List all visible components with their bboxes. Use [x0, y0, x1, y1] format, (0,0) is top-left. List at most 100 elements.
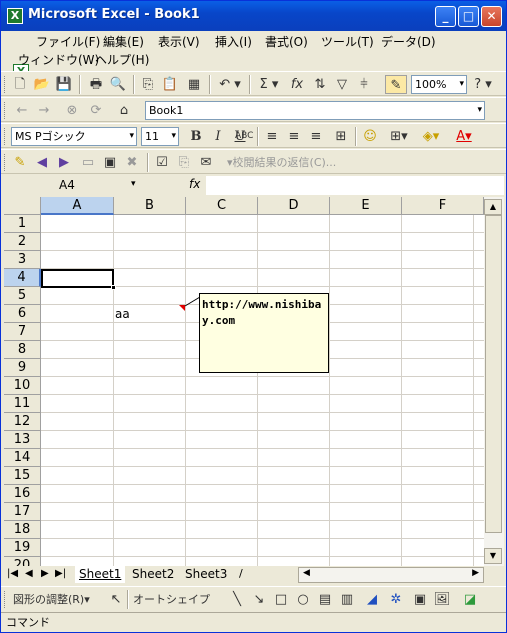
cell-comment-box[interactable]: http://www.nishibay.com: [199, 293, 329, 373]
row-header-18[interactable]: 18: [4, 521, 41, 539]
row-header-8[interactable]: 8: [4, 341, 41, 359]
sheet-tab-sheet3[interactable]: Sheet3: [181, 566, 231, 583]
line-icon[interactable]: ╲: [229, 590, 245, 609]
rectangle-icon[interactable]: □: [273, 590, 289, 609]
row-header-7[interactable]: 7: [4, 323, 41, 341]
show-all-comments-icon[interactable]: ▣: [101, 153, 119, 172]
column-header-a[interactable]: A: [41, 197, 114, 215]
wordart-icon[interactable]: ▥: [339, 590, 355, 609]
create-task-icon[interactable]: ☑: [153, 153, 171, 172]
column-header-c[interactable]: C: [186, 197, 258, 215]
fill-color-icon[interactable]: ◈▾: [417, 127, 445, 146]
scroll-down-button[interactable]: ▼: [484, 548, 502, 564]
undo-icon[interactable]: ↶ ▾: [215, 75, 245, 94]
menu-data[interactable]: データ(D): [379, 33, 438, 51]
worksheet-grid[interactable]: A B C D E F 1 2 3 4 5 6 7 8 9 10 11 12 1…: [4, 197, 484, 566]
row-header-6[interactable]: 6: [4, 305, 41, 323]
row-header-4[interactable]: 4: [4, 269, 41, 287]
toolbar-grip[interactable]: [4, 76, 7, 93]
fill-handle[interactable]: [111, 285, 116, 290]
update-file-icon[interactable]: ⎘: [175, 153, 193, 172]
address-field[interactable]: Book1 ▾: [145, 101, 485, 120]
cell-b6[interactable]: aa: [115, 307, 130, 321]
scroll-left-button[interactable]: ◀: [303, 568, 310, 578]
italic-button[interactable]: I: [209, 127, 227, 146]
row-header-5[interactable]: 5: [4, 287, 41, 305]
vertical-scrollbar[interactable]: ▲ ▼: [484, 197, 504, 566]
open-icon[interactable]: 📂: [33, 75, 51, 94]
toolbar-grip[interactable]: [4, 102, 7, 119]
row-header-14[interactable]: 14: [4, 449, 41, 467]
delete-comment-icon[interactable]: ✖: [123, 153, 141, 172]
toolbar-grip[interactable]: [4, 154, 7, 171]
previous-comment-icon[interactable]: ◀: [33, 153, 51, 172]
formula-input[interactable]: [206, 176, 504, 195]
row-header-12[interactable]: 12: [4, 413, 41, 431]
menu-tools[interactable]: ツール(T): [319, 33, 376, 51]
menu-edit[interactable]: 編集(E): [101, 33, 146, 51]
column-header-d[interactable]: D: [258, 197, 330, 215]
clip-art-icon[interactable]: ▣: [411, 590, 429, 609]
toolbar-grip[interactable]: [4, 128, 7, 145]
column-header-f[interactable]: F: [402, 197, 484, 215]
copy-icon[interactable]: ⎘: [139, 75, 157, 94]
new-comment-icon[interactable]: ✎: [11, 153, 29, 172]
row-header-17[interactable]: 17: [4, 503, 41, 521]
help-icon[interactable]: ? ▾: [471, 75, 495, 94]
arrow-icon[interactable]: ↘: [251, 590, 267, 609]
sheet-tab-sheet2[interactable]: Sheet2: [128, 566, 178, 583]
previous-sheet-button[interactable]: ◀: [25, 568, 33, 579]
align-right-icon[interactable]: ≡: [307, 127, 325, 146]
select-all-button[interactable]: [4, 197, 41, 215]
autofilter-icon[interactable]: ▽: [333, 75, 351, 94]
sort-ascending-icon[interactable]: ⇅: [311, 75, 329, 94]
sheet-tab-sheet1[interactable]: Sheet1: [75, 566, 126, 583]
autosum-button[interactable]: Σ ▾: [255, 75, 283, 94]
maximize-button[interactable]: □: [458, 6, 479, 27]
save-icon[interactable]: 💾: [55, 75, 73, 94]
merge-center-icon[interactable]: ⊞: [331, 127, 351, 146]
smiley-icon[interactable]: ☺: [361, 127, 379, 146]
menu-insert[interactable]: 挿入(I): [213, 33, 254, 51]
row-header-10[interactable]: 10: [4, 377, 41, 395]
column-header-e[interactable]: E: [330, 197, 402, 215]
textbox-icon[interactable]: ▤: [317, 590, 333, 609]
forward-icon[interactable]: →: [35, 101, 53, 120]
format-painter-icon[interactable]: ▦: [183, 75, 205, 94]
column-header-b[interactable]: B: [114, 197, 186, 215]
diagram-icon[interactable]: ◢: [363, 590, 381, 609]
oval-icon[interactable]: ○: [295, 590, 311, 609]
row-header-2[interactable]: 2: [4, 233, 41, 251]
scroll-thumb[interactable]: [485, 215, 502, 533]
font-color-icon[interactable]: A▾: [449, 127, 479, 146]
menu-window[interactable]: ウィンドウ(W): [16, 51, 101, 69]
name-box[interactable]: A4: [4, 176, 146, 195]
back-icon[interactable]: ←: [13, 101, 31, 120]
new-icon[interactable]: 🗋: [11, 75, 29, 94]
menu-help[interactable]: ヘルプ(H): [93, 51, 151, 69]
align-left-icon[interactable]: ≡: [263, 127, 281, 146]
row-header-1[interactable]: 1: [4, 215, 41, 233]
select-objects-icon[interactable]: ↖: [107, 590, 125, 609]
borders-icon[interactable]: ⊞▾: [385, 127, 413, 146]
align-center-icon[interactable]: ≡: [285, 127, 303, 146]
row-header-11[interactable]: 11: [4, 395, 41, 413]
row-header-19[interactable]: 19: [4, 539, 41, 557]
minimize-button[interactable]: _: [435, 6, 456, 27]
horizontal-scrollbar[interactable]: ◀ ▶: [298, 567, 484, 583]
row-header-3[interactable]: 3: [4, 251, 41, 269]
excel-app-icon[interactable]: X: [7, 8, 23, 24]
insert-function-button[interactable]: fx: [288, 75, 306, 94]
last-sheet-button[interactable]: ▶|: [55, 568, 66, 579]
organization-chart-icon[interactable]: ✲: [387, 590, 405, 609]
menu-file[interactable]: ファイル(F): [34, 33, 102, 51]
reply-with-changes-button[interactable]: ▾校閲結果の返信(C)...: [227, 153, 357, 172]
name-box-dropdown-icon[interactable]: ▾: [131, 179, 136, 189]
strikethrough-button[interactable]: ABC: [235, 127, 253, 146]
scroll-right-button[interactable]: ▶: [472, 568, 479, 578]
first-sheet-button[interactable]: |◀: [7, 568, 18, 579]
show-comment-icon[interactable]: ▭: [79, 153, 97, 172]
font-name-select[interactable]: MS Pゴシック ▾: [11, 127, 137, 146]
menu-view[interactable]: 表示(V): [156, 33, 202, 51]
row-header-13[interactable]: 13: [4, 431, 41, 449]
